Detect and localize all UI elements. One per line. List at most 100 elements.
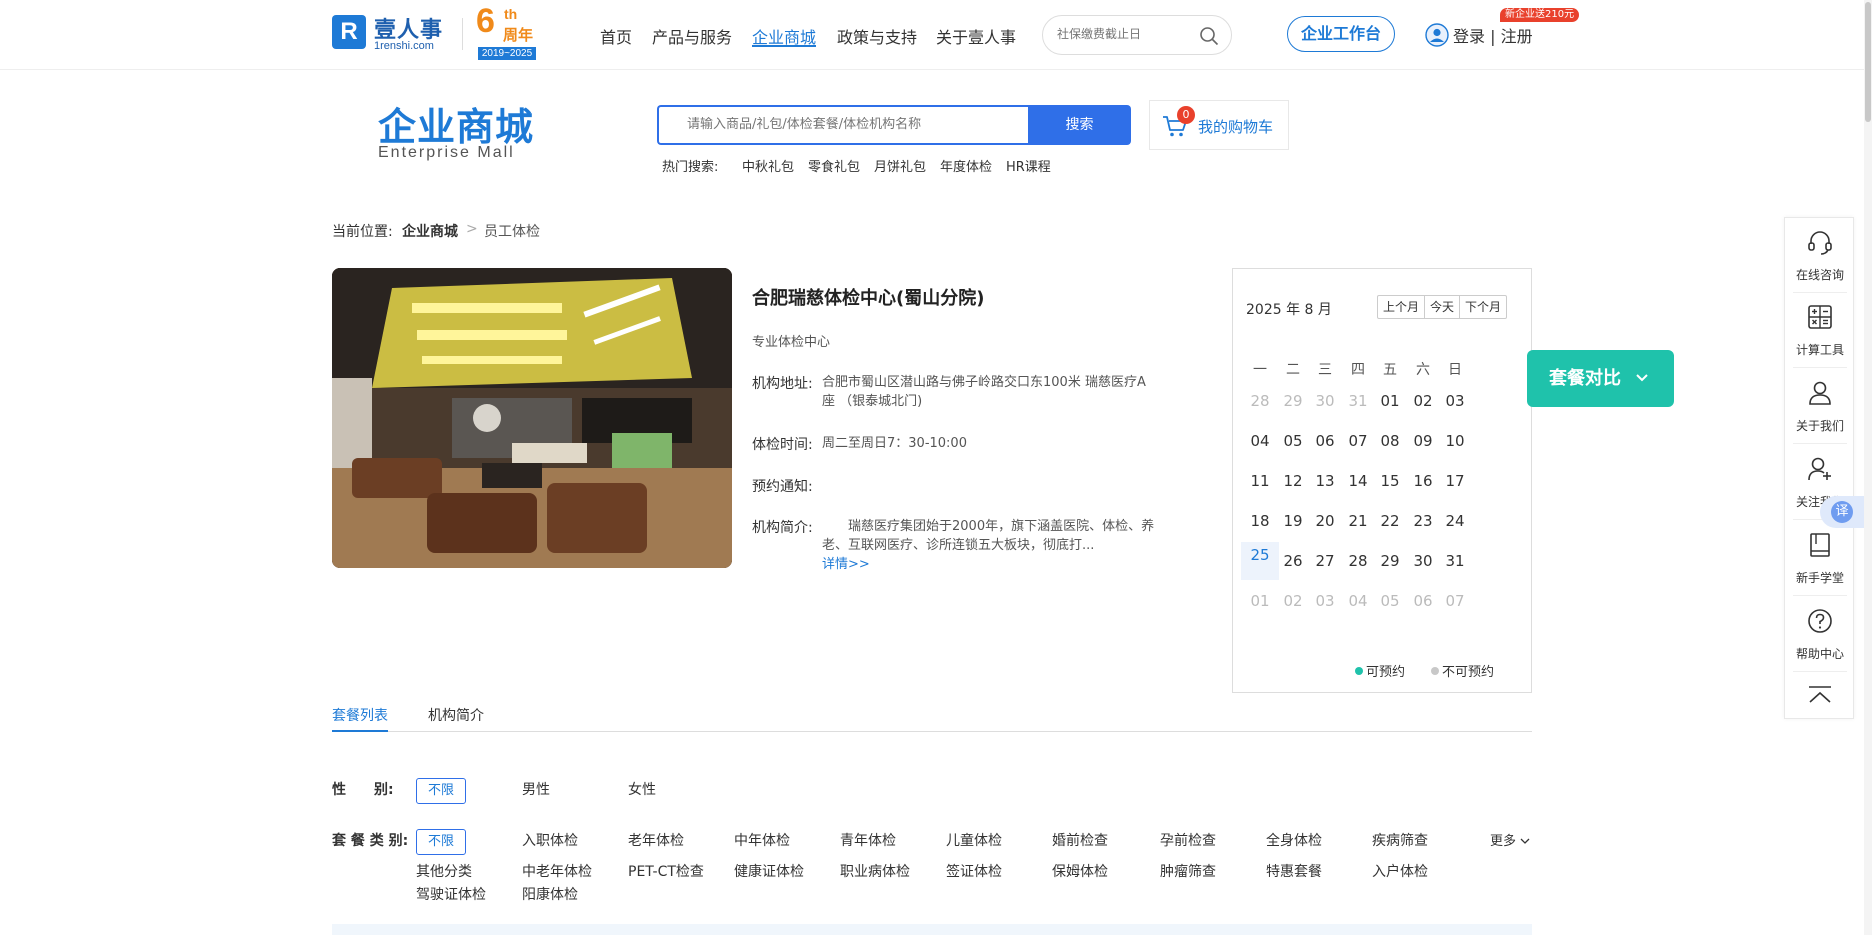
more-label: 更多	[1490, 834, 1517, 849]
login-register-link[interactable]: 登录 | 注册	[1453, 23, 1533, 47]
type-filter-option[interactable]: 其他分类	[416, 861, 472, 881]
type-filter-option[interactable]: 老年体检	[628, 830, 684, 850]
calendar-day[interactable]: 17	[1436, 462, 1474, 500]
nav-policy[interactable]: 政策与支持	[837, 24, 917, 48]
page-scrollbar[interactable]	[1864, 0, 1872, 935]
anniversary-suffix: th	[504, 6, 518, 22]
legend-unavailable-label: 不可预约	[1442, 665, 1495, 680]
type-filter-option[interactable]: 孕前检查	[1160, 830, 1216, 850]
top-search-box	[1042, 15, 1232, 55]
type-filter-more[interactable]: 更多	[1490, 830, 1530, 849]
user-avatar-icon[interactable]	[1425, 23, 1449, 47]
shopping-cart-button[interactable]: 0 我的购物车	[1149, 100, 1289, 150]
type-filter-option[interactable]: 特惠套餐	[1266, 861, 1322, 881]
tab-package-list[interactable]: 套餐列表	[332, 705, 388, 725]
right-sidebar: 在线咨询 计算工具 关于我们 关注我们 新手学堂 帮助中心	[1784, 217, 1854, 719]
sidebar-about-us[interactable]: 关于我们	[1785, 369, 1855, 443]
hot-search-label: 热门搜索:	[662, 160, 719, 175]
headset-icon	[1808, 231, 1832, 255]
cart-count-badge: 0	[1177, 106, 1195, 124]
tab-active-underline	[332, 730, 388, 732]
type-filter-option[interactable]: 驾驶证体检	[416, 884, 486, 904]
breadcrumb-prefix: 当前位置:	[332, 224, 393, 240]
sidebar-divider	[1793, 443, 1847, 444]
calendar-today[interactable]: 今天	[1425, 296, 1461, 318]
back-to-top-button[interactable]	[1785, 673, 1855, 719]
tab-institution-intro[interactable]: 机构简介	[428, 705, 484, 725]
type-filter-option[interactable]: PET-CT检查	[628, 861, 704, 881]
sidebar-divider	[1793, 671, 1847, 672]
person-icon	[1809, 381, 1831, 405]
nav-active-underline	[752, 45, 816, 47]
hot-search-item[interactable]: 月饼礼包	[874, 156, 926, 175]
intro-value: 瑞慈医疗集团始于2000年，旗下涵盖医院、体检、养老、互联网医疗、诊所连锁五大板…	[822, 517, 1158, 574]
calendar-day[interactable]: 10	[1436, 422, 1474, 460]
institution-type: 专业体检中心	[752, 335, 831, 350]
top-search-input[interactable]	[1057, 27, 1197, 41]
mall-search-input[interactable]	[687, 117, 1007, 132]
calendar-prev-month[interactable]: 上个月	[1378, 296, 1426, 318]
type-filter-option[interactable]: 中年体检	[734, 830, 790, 850]
notice-label: 预约通知:	[752, 479, 813, 495]
type-filter-option[interactable]: 健康证体检	[734, 861, 804, 881]
translate-button[interactable]: 译	[1820, 496, 1864, 528]
type-filter-option[interactable]: 签证体检	[946, 861, 1002, 881]
type-filter-all[interactable]: 不限	[416, 829, 466, 855]
cart-label: 我的购物车	[1198, 118, 1274, 136]
calendar-next-month[interactable]: 下个月	[1460, 296, 1506, 318]
type-filter-option[interactable]: 中老年体检	[522, 861, 592, 881]
sidebar-label: 帮助中心	[1795, 647, 1844, 661]
intro-text: 瑞慈医疗集团始于2000年，旗下涵盖医院、体检、养老、互联网医疗、诊所连锁五大板…	[822, 519, 1155, 553]
sidebar-online-consult[interactable]: 在线咨询	[1785, 218, 1855, 292]
calendar-title: 2025 年 8 月	[1246, 302, 1332, 318]
book-icon	[1810, 533, 1830, 557]
gender-filter-all[interactable]: 不限	[416, 778, 466, 804]
type-filter-option[interactable]: 入职体检	[522, 830, 578, 850]
hours-label: 体检时间:	[752, 437, 813, 453]
type-filter-label: 套 餐 类 别:	[332, 833, 409, 849]
type-filter-option[interactable]: 疾病筛查	[1372, 830, 1428, 850]
type-filter-option[interactable]: 职业病体检	[840, 861, 910, 881]
nav-home[interactable]: 首页	[600, 24, 632, 48]
legend-available: 可预约	[1355, 661, 1405, 680]
type-filter-option[interactable]: 全身体检	[1266, 830, 1322, 850]
sidebar-help-center[interactable]: 帮助中心	[1785, 597, 1855, 671]
logo-mark[interactable]: R	[332, 15, 366, 49]
package-compare-button[interactable]: 套餐对比	[1527, 350, 1674, 407]
hot-search-item[interactable]: HR课程	[1006, 156, 1051, 175]
hot-search-item[interactable]: 中秋礼包	[742, 156, 794, 175]
gender-filter-option[interactable]: 男性	[522, 779, 550, 799]
hot-search-item[interactable]: 零食礼包	[808, 156, 860, 175]
translate-label: 译	[1831, 501, 1853, 523]
sidebar-label: 关于我们	[1795, 419, 1844, 433]
calendar-day: 07	[1445, 592, 1465, 610]
intro-more-link[interactable]: 详情>>	[822, 557, 870, 572]
type-filter-option[interactable]: 入户体检	[1372, 861, 1428, 881]
calendar-day[interactable]: 03	[1436, 382, 1474, 420]
search-icon[interactable]	[1199, 26, 1219, 46]
sidebar-label: 计算工具	[1795, 343, 1844, 357]
chevron-down-icon	[1520, 838, 1530, 844]
type-filter-option[interactable]: 青年体检	[840, 830, 896, 850]
type-filter-option[interactable]: 阳康体检	[522, 884, 578, 904]
sidebar-calc-tools[interactable]: 计算工具	[1785, 293, 1855, 367]
type-filter-option[interactable]: 婚前检查	[1052, 830, 1108, 850]
type-filter-option[interactable]: 保姆体检	[1052, 861, 1108, 881]
type-filter-option[interactable]: 肿瘤筛查	[1160, 861, 1216, 881]
package-list-header-strip	[332, 924, 1532, 935]
workbench-button[interactable]: 企业工作台	[1287, 16, 1395, 52]
gender-filter-option[interactable]: 女性	[628, 779, 656, 799]
chevron-down-icon	[1636, 374, 1648, 382]
type-filter-option[interactable]: 儿童体检	[946, 830, 1002, 850]
nav-products[interactable]: 产品与服务	[652, 24, 732, 48]
mall-search-button[interactable]: 搜索	[1028, 105, 1131, 145]
nav-about[interactable]: 关于壹人事	[936, 24, 1016, 48]
calendar-day[interactable]: 31	[1436, 542, 1474, 580]
calendar-day[interactable]: 24	[1436, 502, 1474, 540]
scrollbar-thumb[interactable]	[1865, 2, 1871, 122]
calendar-nav: 上个月 今天 下个月	[1377, 295, 1508, 319]
hot-search-item[interactable]: 年度体检	[940, 156, 992, 175]
breadcrumb-mall[interactable]: 企业商城	[402, 221, 458, 241]
gender-filter-label: 性 别:	[332, 782, 394, 798]
sidebar-beginner-school[interactable]: 新手学堂	[1785, 521, 1855, 595]
